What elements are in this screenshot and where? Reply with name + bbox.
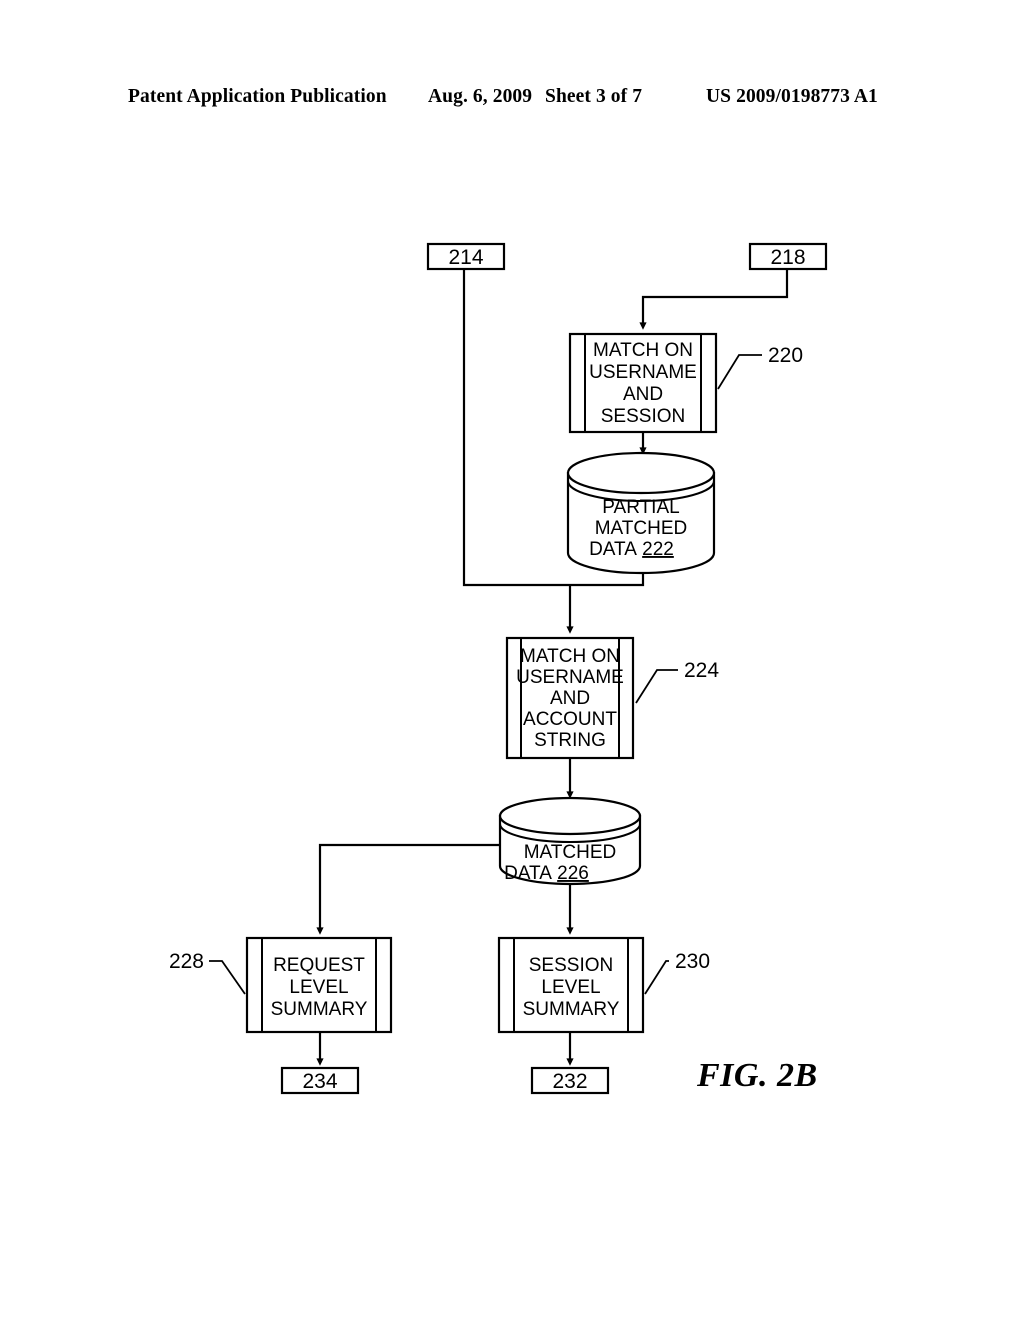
reference-leader-220: 220: [717, 344, 803, 390]
reference-leader-230: 230: [644, 950, 710, 995]
process-224-line-1: MATCH ON: [520, 646, 620, 667]
terminal-box-214[interactable]: 214: [426, 242, 506, 271]
reference-leader-228: 228: [169, 950, 246, 995]
process-node-230[interactable]: SESSION LEVEL SUMMARY: [497, 936, 645, 1034]
process-224-line-5: STRING: [534, 730, 606, 751]
reference-label-220: 220: [768, 344, 803, 367]
process-220-line-2: USERNAME: [589, 362, 697, 383]
database-222-ref-inline: 222: [642, 539, 674, 560]
terminal-214-label: 214: [448, 246, 483, 269]
database-node-226[interactable]: MATCHED DATA 226: [498, 796, 642, 886]
terminal-232-label: 232: [552, 1070, 587, 1093]
database-226-line-1: MATCHED: [524, 842, 617, 863]
edge-226-to-228: [316, 843, 500, 935]
terminal-234-label: 234: [302, 1070, 337, 1093]
edge-222-to-224: [566, 570, 645, 634]
process-node-220[interactable]: MATCH ON USERNAME AND SESSION: [568, 332, 718, 434]
process-node-228[interactable]: REQUEST LEVEL SUMMARY: [245, 936, 393, 1034]
database-222-line-1: PARTIAL: [602, 497, 679, 518]
edge-218-to-220: [639, 269, 789, 330]
database-node-222[interactable]: PARTIAL MATCHED DATA 222: [566, 451, 716, 575]
process-220-line-3: AND: [623, 384, 663, 405]
figure-caption: FIG. 2B: [697, 1057, 818, 1094]
process-230-line-1: SESSION: [529, 955, 613, 976]
reference-label-228: 228: [169, 950, 204, 973]
database-226-line-2: DATA: [504, 863, 552, 884]
database-222-line-3: DATA: [589, 539, 637, 560]
reference-leader-224: 224: [635, 659, 719, 704]
patent-page: Patent Application Publication Aug. 6, 2…: [0, 0, 1024, 1320]
terminal-box-218[interactable]: 218: [748, 242, 828, 271]
process-228-line-3: SUMMARY: [271, 999, 368, 1020]
reference-label-230: 230: [675, 950, 710, 973]
database-226-ref-inline: 226: [557, 863, 589, 884]
edge-214-to-224: [462, 269, 570, 587]
database-222-line-2: MATCHED: [595, 518, 688, 539]
process-node-224[interactable]: MATCH ON USERNAME AND ACCOUNT STRING: [505, 636, 635, 760]
flowchart-diagram: 214 218 MATCH ON USERNAME AND SESSION 22…: [169, 242, 828, 1095]
process-230-line-3: SUMMARY: [523, 999, 620, 1020]
process-228-line-2: LEVEL: [289, 977, 348, 998]
process-230-line-2: LEVEL: [541, 977, 600, 998]
terminal-218-label: 218: [770, 246, 805, 269]
process-220-line-1: MATCH ON: [593, 340, 693, 361]
terminal-box-234[interactable]: 234: [280, 1066, 360, 1095]
process-220-line-4: SESSION: [601, 406, 685, 427]
process-228-line-1: REQUEST: [273, 955, 365, 976]
process-224-line-3: AND: [550, 688, 590, 709]
reference-label-224: 224: [684, 659, 719, 682]
process-224-line-4: ACCOUNT: [523, 709, 617, 730]
terminal-box-232[interactable]: 232: [530, 1066, 610, 1095]
process-224-line-2: USERNAME: [516, 667, 624, 688]
